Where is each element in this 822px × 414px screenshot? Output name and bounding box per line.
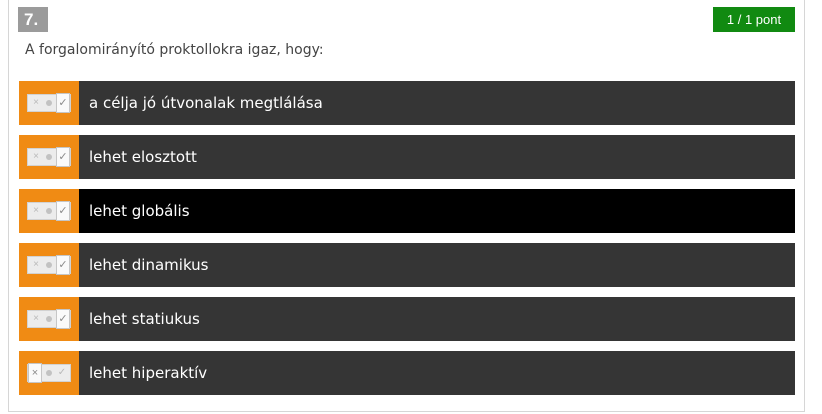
true-false-toggle[interactable]: × ✓ ✓ — [27, 201, 71, 221]
cross-icon[interactable]: × — [29, 96, 43, 110]
cross-icon[interactable]: × — [29, 312, 43, 326]
neutral-dot-icon[interactable] — [42, 150, 56, 164]
answer-toggle-strip: × ✓ ✓ — [19, 297, 79, 341]
toggle-knob-check-icon[interactable]: ✓ — [56, 255, 70, 275]
true-false-toggle[interactable]: × ✓ ✓ — [27, 309, 71, 329]
neutral-dot-icon[interactable] — [42, 204, 56, 218]
neutral-dot-icon[interactable] — [42, 312, 56, 326]
toggle-knob-check-icon[interactable]: ✓ — [56, 93, 70, 113]
true-false-toggle[interactable]: × ✓ ✓ — [27, 255, 71, 275]
answer-option-1[interactable]: × ✓ ✓ a célja jó útvonalak megtlálása — [19, 81, 795, 125]
true-false-toggle[interactable]: × ✓ ✓ — [27, 147, 71, 167]
answer-label: lehet globális — [89, 202, 190, 220]
answer-toggle-strip: × ✓ ✓ — [19, 243, 79, 287]
neutral-dot-icon[interactable] — [42, 96, 56, 110]
question-prompt: A forgalomirányító proktollokra igaz, ho… — [25, 42, 324, 58]
true-false-toggle[interactable]: × ✓ × — [27, 363, 71, 383]
score-badge: 1 / 1 pont — [713, 7, 795, 32]
answer-label: a célja jó útvonalak megtlálása — [89, 94, 323, 112]
check-icon[interactable]: ✓ — [55, 366, 69, 380]
answer-toggle-strip: × ✓ ✓ — [19, 135, 79, 179]
answer-toggle-strip: × ✓ ✓ — [19, 81, 79, 125]
toggle-knob-check-icon[interactable]: ✓ — [56, 147, 70, 167]
toggle-knob-check-icon[interactable]: ✓ — [56, 309, 70, 329]
answer-label: lehet elosztott — [89, 148, 197, 166]
answer-toggle-strip: × ✓ × — [19, 351, 79, 395]
answer-label: lehet hiperaktív — [89, 364, 208, 382]
answer-option-2[interactable]: × ✓ ✓ lehet elosztott — [19, 135, 795, 179]
question-number-badge: 7. — [18, 7, 48, 32]
answer-option-5[interactable]: × ✓ ✓ lehet statiukus — [19, 297, 795, 341]
answer-option-4[interactable]: × ✓ ✓ lehet dinamikus — [19, 243, 795, 287]
neutral-dot-icon[interactable] — [42, 258, 56, 272]
cross-icon[interactable]: × — [29, 258, 43, 272]
answer-option-3[interactable]: × ✓ ✓ lehet globális — [19, 189, 795, 233]
cross-icon[interactable]: × — [29, 150, 43, 164]
answer-label: lehet statiukus — [89, 310, 200, 328]
cross-icon[interactable]: × — [29, 204, 43, 218]
answer-label: lehet dinamikus — [89, 256, 209, 274]
answer-option-6[interactable]: × ✓ × lehet hiperaktív — [19, 351, 795, 395]
toggle-knob-check-icon[interactable]: ✓ — [56, 201, 70, 221]
true-false-toggle[interactable]: × ✓ ✓ — [27, 93, 71, 113]
answer-toggle-strip: × ✓ ✓ — [19, 189, 79, 233]
toggle-knob-cross-icon[interactable]: × — [28, 363, 42, 383]
neutral-dot-icon[interactable] — [42, 366, 56, 380]
